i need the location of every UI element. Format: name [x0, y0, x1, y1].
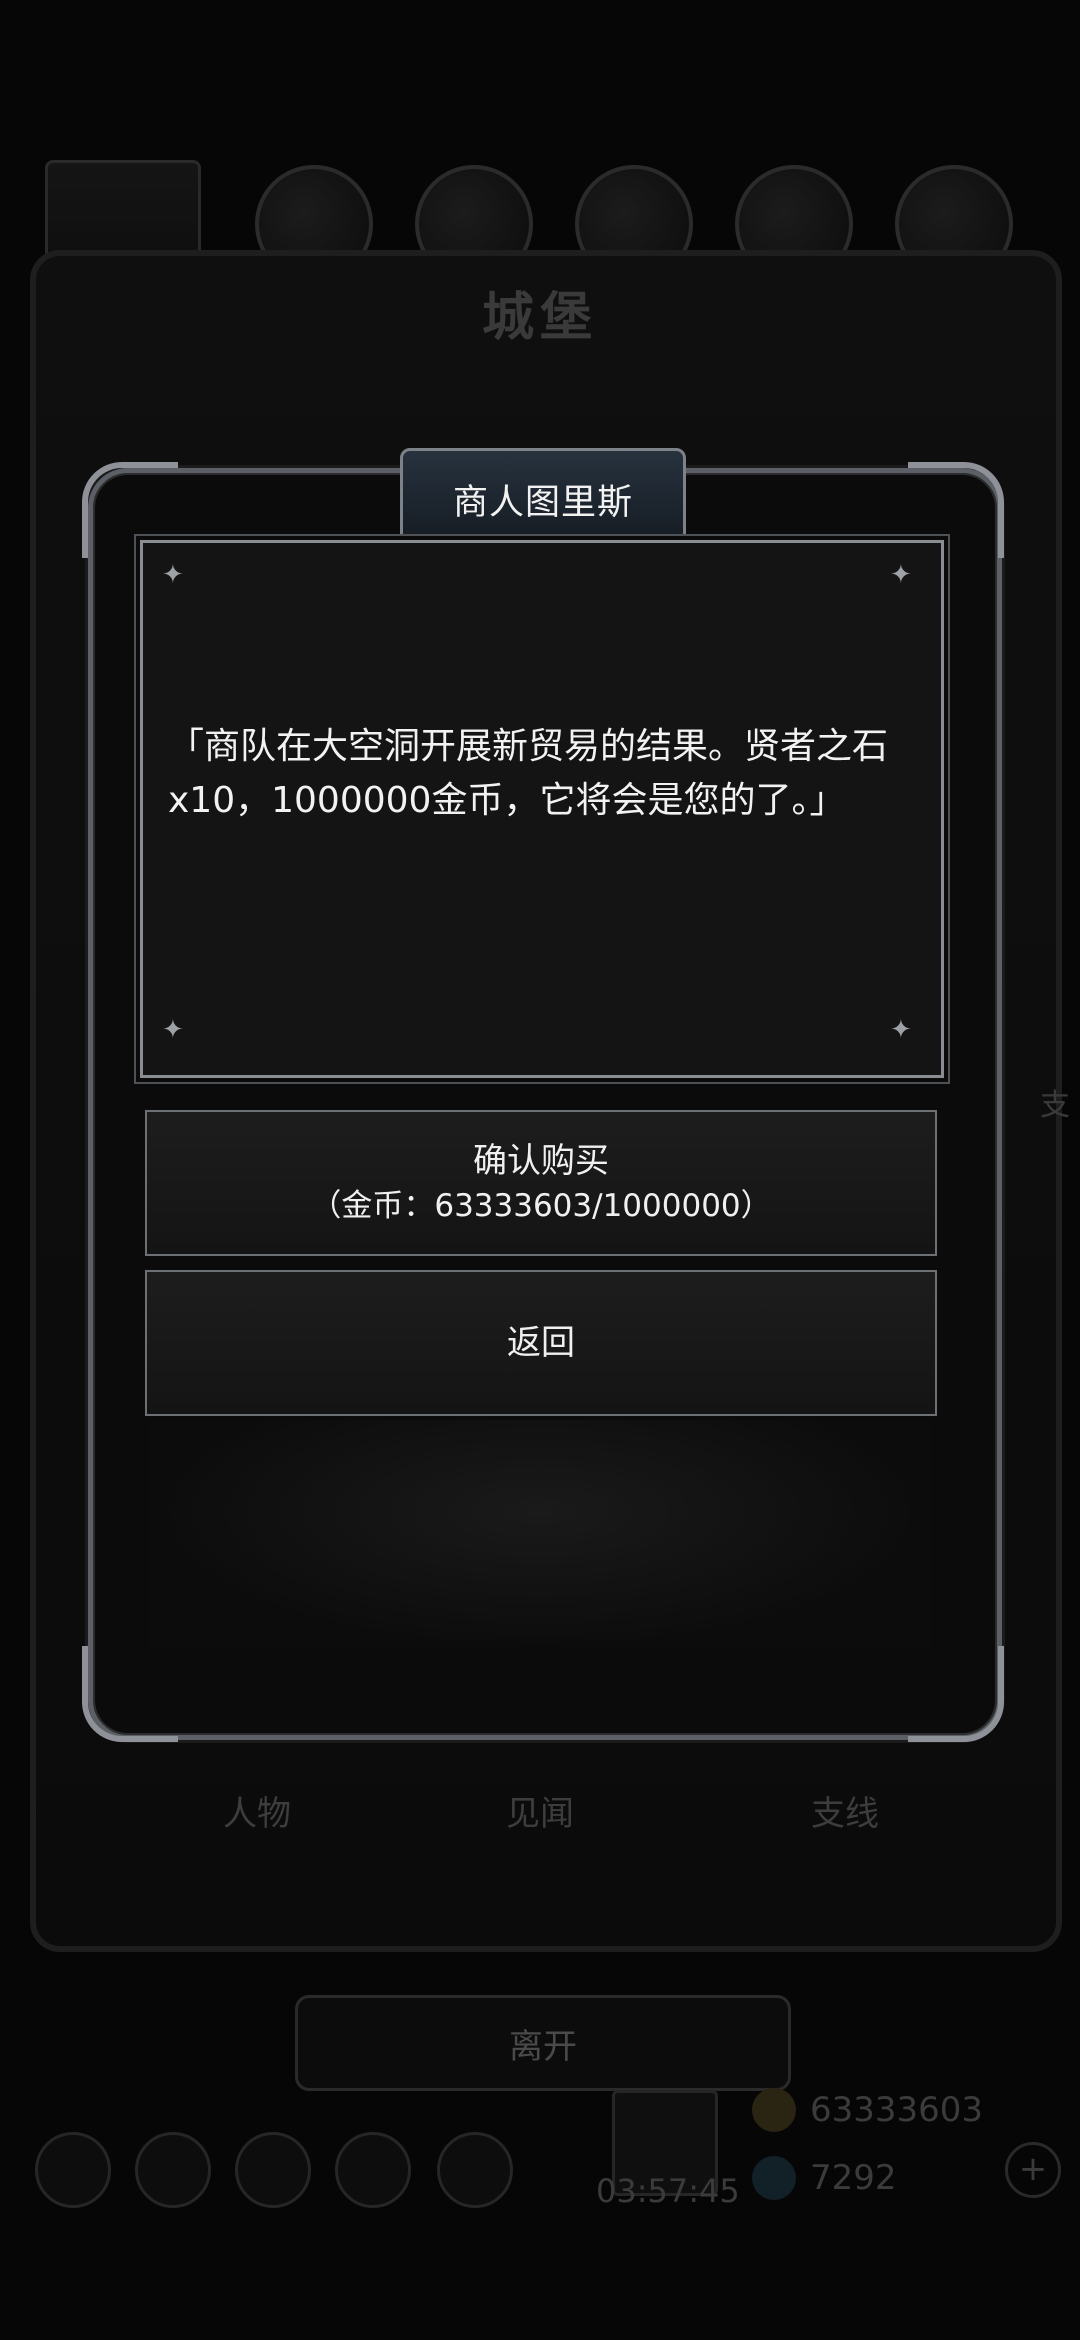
bottom-menu-icon[interactable]	[437, 2132, 513, 2208]
bottom-menu-icon[interactable]	[235, 2132, 311, 2208]
back-label: 返回	[507, 1323, 575, 1363]
dialog-title-bar: 商人图里斯	[400, 448, 686, 550]
bottom-menu-icon[interactable]	[335, 2132, 411, 2208]
frame-corner-ornament	[82, 1646, 178, 1742]
side-label: 支	[1040, 1088, 1070, 1123]
back-button[interactable]: 返回	[145, 1270, 937, 1416]
tab-sidequests[interactable]: 支线	[745, 1786, 945, 1835]
confirm-purchase-label: 确认购买	[473, 1141, 609, 1181]
sparkle-icon: ✦	[890, 1015, 912, 1045]
sparkle-icon: ✦	[162, 1015, 184, 1045]
gift-timer: 03:57:45	[596, 2172, 740, 2210]
dialog-title: 商人图里斯	[452, 482, 633, 523]
sparkle-icon: ✦	[890, 560, 912, 590]
confirm-purchase-button[interactable]: 确认购买 （金币：63333603/1000000）	[145, 1110, 937, 1256]
gold-coin-icon	[752, 2088, 796, 2132]
dialog-background-texture	[150, 1420, 930, 1650]
bottom-menu-icon[interactable]	[135, 2132, 211, 2208]
frame-corner-ornament	[908, 1646, 1004, 1742]
castle-title: 城堡	[481, 287, 598, 348]
confirm-purchase-cost: （金币：63333603/1000000）	[310, 1188, 772, 1224]
tab-characters[interactable]: 人物	[157, 1786, 357, 1835]
sparkle-icon: ✦	[162, 560, 184, 590]
add-currency-button[interactable]: +	[1005, 2142, 1061, 2198]
gem-icon	[752, 2156, 796, 2200]
leave-button[interactable]: 离开	[295, 1995, 791, 2091]
gold-amount: 63333603	[810, 2090, 984, 2130]
tab-stories[interactable]: 见闻	[440, 1786, 640, 1835]
bottom-menu-icon[interactable]	[35, 2132, 111, 2208]
gem-amount: 7292	[810, 2158, 897, 2198]
dialog-message: 「商队在大空洞开展新贸易的结果。贤者之石x10，1000000金币，它将会是您的…	[168, 726, 889, 821]
